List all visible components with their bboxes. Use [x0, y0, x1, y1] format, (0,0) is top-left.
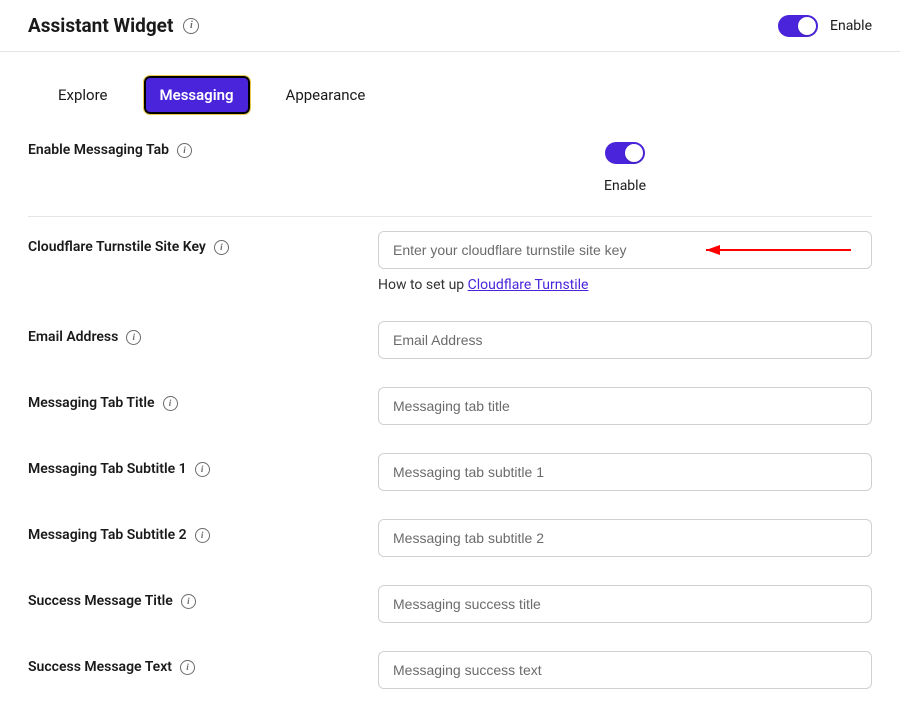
row-control	[378, 651, 872, 689]
label-text: Messaging Tab Subtitle 2	[28, 527, 187, 543]
header-toggle-wrap: Enable	[778, 15, 872, 37]
info-icon[interactable]: i	[195, 462, 210, 477]
row-control: Enable	[378, 142, 872, 194]
label-text: Enable Messaging Tab	[28, 142, 169, 158]
page-title: Assistant Widget	[28, 14, 173, 37]
enable-widget-toggle[interactable]	[778, 15, 818, 37]
turnstile-helper: How to set up Cloudflare Turnstile	[378, 277, 872, 293]
subtitle1-input[interactable]	[378, 453, 872, 491]
info-icon[interactable]: i	[181, 594, 196, 609]
row-control	[378, 453, 872, 491]
info-icon[interactable]: i	[126, 330, 141, 345]
subtitle2-input[interactable]	[378, 519, 872, 557]
row-label: Success Message Text i	[28, 651, 378, 675]
input-wrap	[378, 231, 872, 269]
info-icon[interactable]: i	[177, 143, 192, 158]
row-control	[378, 519, 872, 557]
turnstile-key-input[interactable]	[378, 231, 872, 269]
label-text: Cloudflare Turnstile Site Key	[28, 239, 206, 255]
enable-messaging-toggle[interactable]	[605, 142, 645, 164]
email-input[interactable]	[378, 321, 872, 359]
settings-content: Enable Messaging Tab i Enable Cloudflare…	[0, 134, 900, 723]
row-label: Enable Messaging Tab i	[28, 142, 378, 158]
page-title-wrap: Assistant Widget i	[28, 14, 199, 37]
tab-appearance[interactable]: Appearance	[272, 78, 380, 112]
tab-explore[interactable]: Explore	[44, 78, 122, 112]
helper-prefix: How to set up	[378, 277, 468, 293]
row-label: Email Address i	[28, 321, 378, 345]
label-text: Email Address	[28, 329, 118, 345]
row-enable-messaging: Enable Messaging Tab i Enable	[28, 134, 872, 216]
info-icon[interactable]: i	[183, 18, 199, 34]
row-control: How to set up Cloudflare Turnstile	[378, 231, 872, 293]
row-control	[378, 387, 872, 425]
cloudflare-turnstile-link[interactable]: Cloudflare Turnstile	[468, 277, 589, 293]
row-subtitle2: Messaging Tab Subtitle 2 i	[28, 505, 872, 571]
success-title-input[interactable]	[378, 585, 872, 623]
row-label: Messaging Tab Subtitle 2 i	[28, 519, 378, 543]
row-control	[378, 321, 872, 359]
row-email: Email Address i	[28, 307, 872, 373]
tab-messaging[interactable]: Messaging	[144, 76, 250, 114]
info-icon[interactable]: i	[163, 396, 178, 411]
label-text: Messaging Tab Subtitle 1	[28, 461, 187, 477]
label-text: Success Message Text	[28, 659, 172, 675]
enable-messaging-label: Enable	[604, 178, 646, 194]
row-success-title: Success Message Title i	[28, 571, 872, 637]
label-text: Messaging Tab Title	[28, 395, 155, 411]
row-label: Cloudflare Turnstile Site Key i	[28, 231, 378, 255]
tabs-bar: Explore Messaging Appearance	[0, 52, 900, 134]
toggle-knob	[625, 144, 643, 162]
row-tab-title: Messaging Tab Title i	[28, 373, 872, 439]
toggle-knob	[798, 17, 816, 35]
row-label: Messaging Tab Title i	[28, 387, 378, 411]
label-text: Success Message Title	[28, 593, 173, 609]
info-icon[interactable]: i	[214, 240, 229, 255]
row-subtitle1: Messaging Tab Subtitle 1 i	[28, 439, 872, 505]
page-header: Assistant Widget i Enable	[0, 0, 900, 52]
enable-widget-label: Enable	[830, 18, 872, 34]
row-label: Success Message Title i	[28, 585, 378, 609]
row-success-text: Success Message Text i	[28, 637, 872, 703]
row-turnstile-key: Cloudflare Turnstile Site Key i How to s…	[28, 217, 872, 307]
tab-title-input[interactable]	[378, 387, 872, 425]
row-label: Messaging Tab Subtitle 1 i	[28, 453, 378, 477]
info-icon[interactable]: i	[180, 660, 195, 675]
row-control	[378, 585, 872, 623]
success-text-input[interactable]	[378, 651, 872, 689]
info-icon[interactable]: i	[195, 528, 210, 543]
